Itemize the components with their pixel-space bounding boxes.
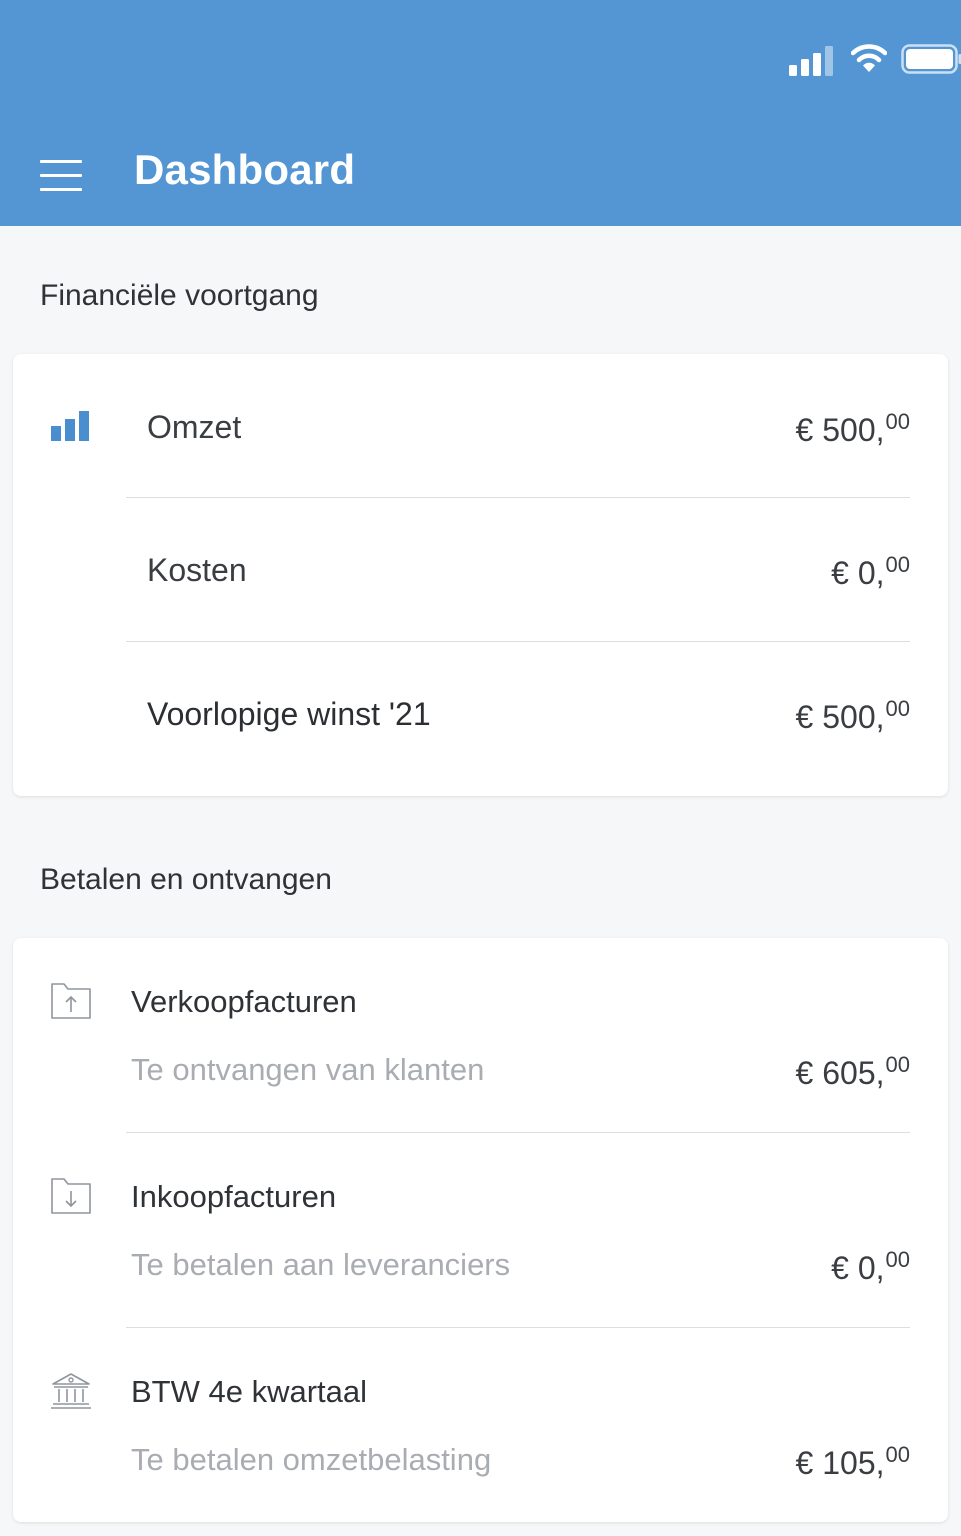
folder-upload-icon (51, 983, 91, 1019)
cellular-signal-icon (789, 46, 833, 76)
list-item-kosten[interactable]: Kosten € 0,00 (13, 498, 948, 641)
hamburger-menu-icon[interactable] (40, 160, 84, 194)
list-item-inkoopfacturen[interactable]: Inkoopfacturen Te betalen aan leverancie… (13, 1133, 948, 1327)
list-item-verkoopfacturen[interactable]: Verkoopfacturen Te ontvangen van klanten… (13, 938, 948, 1132)
section-title-pay-receive: Betalen en ontvangen (40, 863, 332, 896)
battery-icon (901, 44, 961, 74)
bar-chart-icon (51, 411, 89, 441)
page-title: Dashboard (134, 146, 356, 193)
row-label: Omzet (147, 409, 242, 445)
amount: € 105,00 (795, 1442, 910, 1481)
list-item-voorlopige-winst[interactable]: Voorlopige winst '21 € 500,00 (13, 642, 948, 796)
list-item-btw[interactable]: BTW 4e kwartaal Te betalen omzetbelastin… (13, 1328, 948, 1522)
amount: € 605,00 (795, 1052, 910, 1091)
amount: € 0,00 (831, 552, 910, 591)
item-title: Verkoopfacturen (131, 984, 357, 1019)
item-title: BTW 4e kwartaal (131, 1374, 368, 1409)
section-title-financial-progress: Financiële voortgang (40, 279, 319, 312)
bank-icon (51, 1373, 91, 1409)
row-label: Kosten (147, 552, 247, 588)
pay-receive-card: Verkoopfacturen Te ontvangen van klanten… (13, 938, 948, 1522)
app-bar: Dashboard (0, 0, 961, 226)
item-title: Inkoopfacturen (131, 1179, 337, 1214)
list-item-omzet[interactable]: Omzet € 500,00 (13, 354, 948, 497)
row-label: Voorlopige winst '21 (147, 696, 431, 732)
item-subtitle: Te ontvangen van klanten (131, 1052, 485, 1087)
item-subtitle: Te betalen omzetbelasting (131, 1442, 492, 1477)
folder-download-icon (51, 1178, 91, 1214)
amount: € 500,00 (795, 696, 910, 735)
wifi-icon (851, 44, 887, 72)
item-subtitle: Te betalen aan leveranciers (131, 1247, 511, 1282)
financial-progress-card: Omzet € 500,00 Kosten € 0,00 Voorlopige … (13, 354, 948, 796)
amount: € 0,00 (831, 1247, 910, 1286)
amount: € 500,00 (795, 409, 910, 448)
